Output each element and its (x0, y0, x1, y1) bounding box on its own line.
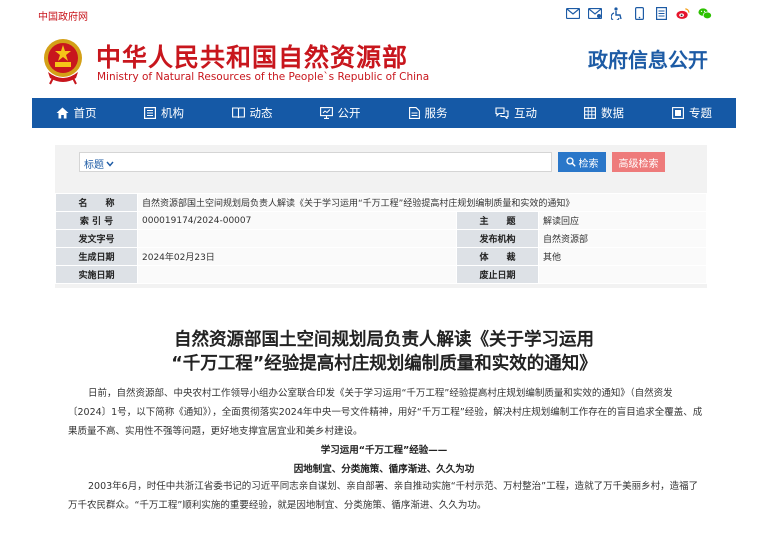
book-icon (231, 107, 245, 119)
table-row: 名 称 自然资源部国土空间规划局负责人解读《关于学习运用“千万工程”经验提高村庄… (55, 193, 707, 212)
meta-value-abolish (538, 265, 707, 284)
table-row: 发文字号 发布机构 自然资源部 (55, 229, 707, 248)
meta-value-date: 2024年02月23日 (137, 247, 457, 266)
nav-item-service[interactable]: 服务 (384, 98, 472, 128)
search-type-label: 标题 (84, 160, 104, 171)
mobile-icon[interactable] (632, 7, 646, 20)
gov-portal-link[interactable]: 中国政府网 (38, 8, 88, 23)
nav-item-public[interactable]: 公开 (296, 98, 384, 128)
nav-item-interact[interactable]: 互动 (472, 98, 560, 128)
nav-item-label: 服务 (424, 106, 448, 120)
table-row: 生成日期 2024年02月23日 体 裁 其他 (55, 247, 707, 266)
meta-key: 生成日期 (55, 247, 138, 266)
search-bar: 标题 (79, 152, 552, 172)
meta-key: 索 引 号 (55, 211, 138, 230)
site-title-english: Ministry of Natural Resources of the Peo… (97, 71, 430, 83)
article-title: 自然资源部国土空间规划局负责人解读《关于学习运用 “千万工程”经验提高村庄规划编… (0, 328, 768, 376)
search-input[interactable] (130, 154, 530, 170)
mail-at-icon[interactable] (588, 7, 602, 20)
nav-item-news[interactable]: 动态 (208, 98, 296, 128)
advanced-search-button[interactable]: 高级检索 (612, 152, 665, 172)
meta-value-impl (137, 265, 457, 284)
article-subheading: 因地制宜、分类施策、循序渐进、久久为功 (293, 464, 475, 475)
nav-item-label: 首页 (73, 106, 97, 120)
meta-value-index: 000019174/2024-00007 (137, 211, 457, 230)
nav-item-topics[interactable]: 专题 (648, 98, 736, 128)
metadata-table: 名 称 自然资源部国土空间规划局负责人解读《关于学习运用“千万工程”经验提高村庄… (55, 193, 707, 284)
meta-key: 实施日期 (55, 265, 138, 284)
home-icon (56, 107, 68, 119)
article-paragraph: 2003年6月，时任中共浙江省委书记的习近平同志亲自谋划、亲自部署、亲自推动实施… (68, 481, 699, 511)
meta-value-subject: 解读回应 (538, 211, 707, 230)
site-header: 中华人民共和国自然资源部 Ministry of Natural Resourc… (0, 28, 768, 98)
top-icon-bar (566, 7, 712, 20)
org-icon (144, 107, 156, 119)
meta-value-issuer: 自然资源部 (538, 229, 707, 248)
mail-icon[interactable] (566, 7, 580, 20)
meta-key: 体 裁 (456, 247, 539, 266)
national-emblem-icon (40, 36, 86, 86)
doc-icon (408, 107, 420, 119)
article-title-line: “千万工程”经验提高村庄规划编制质量和实效的通知》 (171, 354, 597, 374)
table-row: 实施日期 废止日期 (55, 265, 707, 284)
site-title: 中华人民共和国自然资源部 (96, 43, 409, 72)
article-subheading: 学习运用“千万工程”经验—— (320, 445, 448, 456)
main-nav: 首页 机构 动态 公开 服务 互动 数据 专题 (32, 98, 736, 128)
nav-item-label: 数据 (601, 106, 624, 120)
article-paragraph: 日前，自然资源部、中央农村工作领导小组办公室联合印发《关于学习运用“千万工程”经… (68, 388, 703, 437)
nav-item-label: 机构 (161, 106, 184, 120)
search-icon (565, 157, 576, 167)
nav-item-home[interactable]: 首页 (32, 98, 120, 128)
list-icon[interactable] (654, 7, 668, 20)
table-row: 索 引 号 000019174/2024-00007 主 题 解读回应 (55, 211, 707, 230)
monitor-icon (319, 107, 333, 119)
top-strip: 中国政府网 (0, 0, 768, 28)
meta-value-genre: 其他 (538, 247, 707, 266)
search-button-label: 检索 (578, 158, 599, 170)
nav-item-org[interactable]: 机构 (120, 98, 208, 128)
grid-icon (584, 107, 596, 119)
meta-key: 发布机构 (456, 229, 539, 248)
search-button[interactable]: 检索 (558, 152, 606, 172)
meta-key: 主 题 (456, 211, 539, 230)
chat-icon (495, 107, 509, 119)
nav-item-label: 互动 (514, 106, 537, 120)
article-title-line: 自然资源部国土空间规划局负责人解读《关于学习运用 (174, 330, 594, 350)
page-bottom-blank (0, 515, 768, 559)
weibo-icon[interactable] (676, 7, 690, 20)
accessibility-icon[interactable] (610, 7, 624, 20)
meta-value-name: 自然资源部国土空间规划局负责人解读《关于学习运用“千万工程”经验提高村庄规划编制… (137, 193, 707, 212)
wechat-icon[interactable] (698, 7, 712, 20)
section-title: 政府信息公开 (588, 48, 708, 72)
nav-item-label: 专题 (689, 106, 712, 120)
nav-item-label: 动态 (249, 106, 273, 120)
info-panel: 标题 检索 高级检索 名 称 自然资源部国土空间规划局负责人解读《关于学习运用“… (55, 145, 707, 288)
meta-value-docno (137, 229, 457, 248)
meta-key: 名 称 (55, 193, 138, 212)
search-type-select[interactable]: 标题 (84, 156, 114, 171)
meta-key: 废止日期 (456, 265, 539, 284)
page: 中国政府网 中华人民共和国自然资源部 Ministry of Natural R… (0, 0, 768, 559)
nav-item-label: 公开 (337, 106, 361, 120)
album-icon (672, 107, 684, 119)
nav-item-data[interactable]: 数据 (560, 98, 648, 128)
advanced-search-label: 高级检索 (618, 158, 659, 170)
chevron-down-icon (106, 161, 114, 167)
meta-key: 发文字号 (55, 229, 138, 248)
